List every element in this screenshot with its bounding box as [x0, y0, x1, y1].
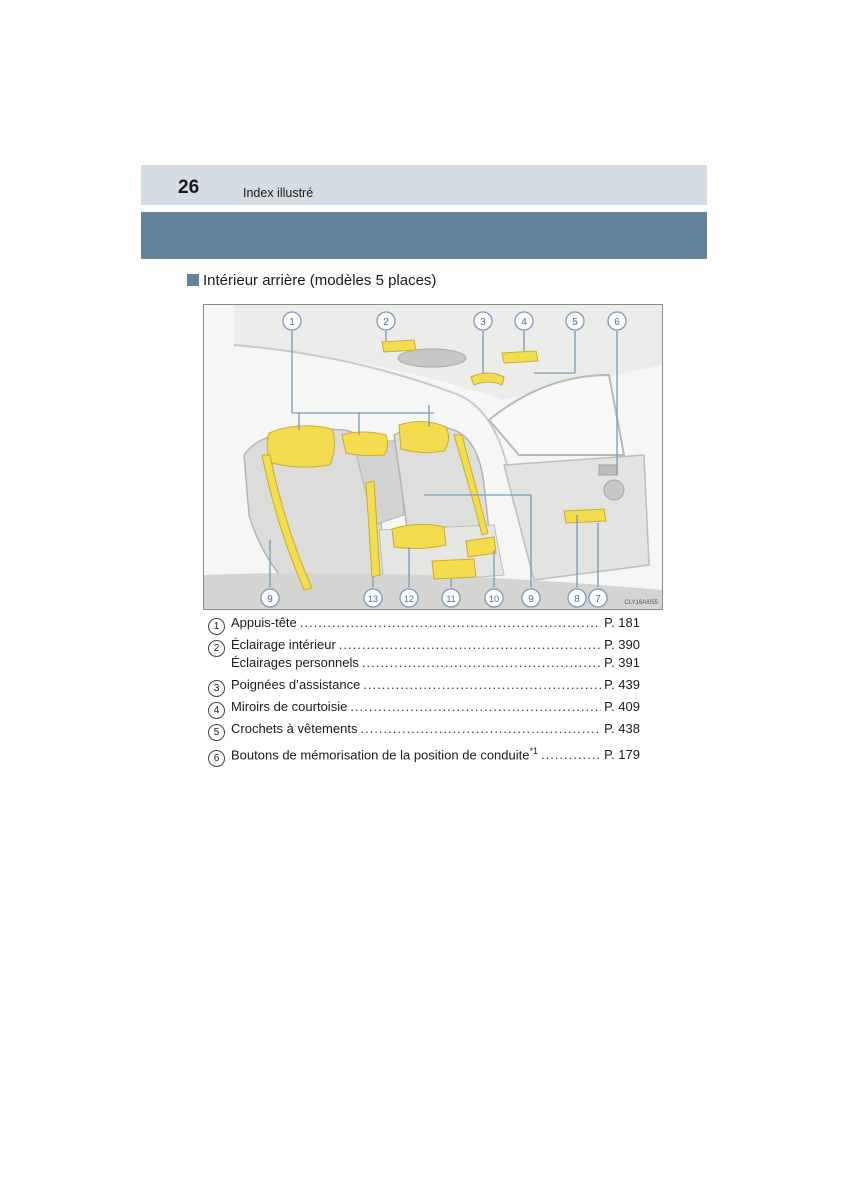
callout-9-right: 9 [528, 594, 534, 605]
item-label: Miroirs de courtoisie [231, 699, 348, 714]
leader-dots [541, 744, 601, 766]
callout-2: 2 [383, 317, 389, 328]
item-label: Poignées d’assistance [231, 677, 361, 692]
section-marker [187, 274, 199, 286]
callout-12: 12 [404, 594, 414, 604]
section-name: Index illustré [243, 186, 314, 200]
item-label: Éclairages personnels [231, 655, 359, 670]
item-number: 1 [208, 618, 225, 635]
section-title: Intérieur arrière (modèles 5 places) [203, 272, 437, 289]
callout-5: 5 [572, 317, 578, 328]
page-reference[interactable]: P. 181 [604, 612, 640, 634]
callout-1: 1 [289, 317, 295, 328]
item-label: Crochets à vêtements [231, 721, 358, 736]
chapter-band [141, 212, 707, 259]
leader-dots [350, 696, 601, 718]
callout-4: 4 [521, 317, 527, 328]
item-label: Boutons de mémorisation de la position d… [231, 746, 538, 763]
page-reference[interactable]: P. 391 [604, 652, 640, 674]
callout-6: 6 [614, 317, 620, 328]
page-reference[interactable]: P. 409 [604, 696, 640, 718]
interior-illustration: 1 2 3 4 5 6 7 8 9 10 11 12 13 9 CLY16AI0… [203, 304, 663, 610]
header-band [141, 165, 707, 205]
page-reference[interactable]: P. 439 [604, 674, 640, 696]
list-item: Éclairages personnels P. 391 [208, 650, 640, 674]
page-number: 26 [178, 177, 200, 198]
callout-9-left: 9 [267, 594, 273, 605]
figure-code: CLY16AI055 [624, 600, 658, 606]
leader-dots [363, 674, 601, 696]
item-number: 3 [208, 680, 225, 697]
index-list: 1 Appuis-tête P. 181 2 Éclairage intérie… [208, 612, 640, 768]
list-item: 3 Poignées d’assistance P. 439 [208, 674, 640, 697]
item-number: 6 [208, 750, 225, 768]
leader-dots [362, 652, 601, 674]
callout-8: 8 [574, 594, 580, 605]
page-reference[interactable]: P. 438 [604, 718, 640, 740]
item-label: Appuis-tête [231, 615, 297, 630]
leader-dots [300, 612, 601, 634]
callout-7: 7 [595, 594, 601, 605]
callout-10: 10 [489, 594, 499, 604]
item-number: 5 [208, 724, 225, 741]
item-number: 4 [208, 702, 225, 719]
list-item: 5 Crochets à vêtements P. 438 [208, 718, 640, 741]
footnote-marker: *1 [529, 746, 538, 756]
callout-3: 3 [480, 317, 486, 328]
list-item: 4 Miroirs de courtoisie P. 409 [208, 696, 640, 719]
rear-interior-drawing: 1 2 3 4 5 6 7 8 9 10 11 12 13 9 [204, 305, 662, 609]
page-reference[interactable]: P. 179 [604, 744, 640, 766]
callout-11: 11 [446, 594, 455, 604]
leader-dots [360, 718, 601, 740]
list-item: 6 Boutons de mémorisation de la position… [208, 740, 640, 768]
callout-13: 13 [368, 594, 378, 604]
list-item: 1 Appuis-tête P. 181 [208, 612, 640, 635]
